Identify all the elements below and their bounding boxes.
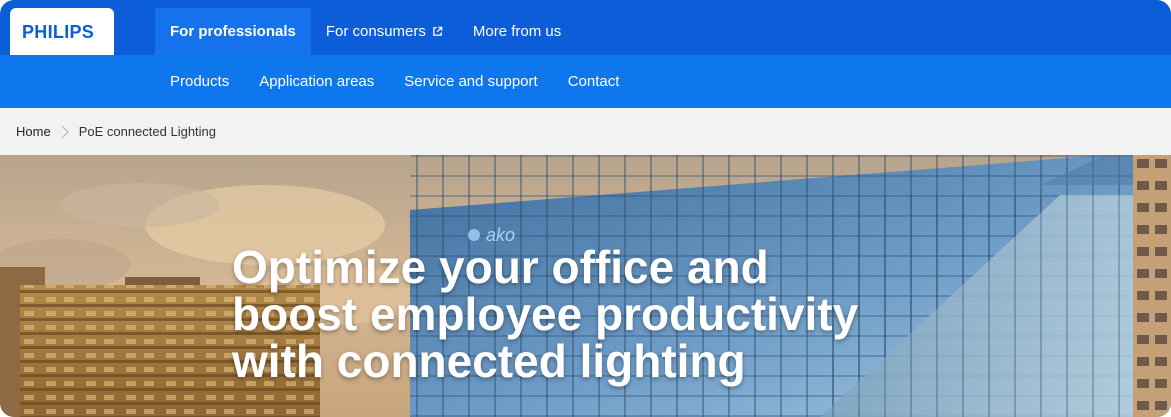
primary-menu-bar: Products Application areas Service and s… <box>0 55 1171 108</box>
tab-label: For consumers <box>325 23 426 40</box>
tab-more-from-us[interactable]: More from us <box>458 8 576 55</box>
audience-nav: For professionals For consumers More fro… <box>155 8 576 55</box>
hero-headline: Optimize your office and boost employee … <box>232 244 858 385</box>
top-navigation-bar: PHILIPS For professionals For consumers … <box>0 0 1171 56</box>
hero-headline-line-1: Optimize your office and <box>232 241 769 293</box>
breadcrumb: Home PoE connected Lighting <box>0 108 1171 155</box>
primary-menu: Products Application areas Service and s… <box>155 55 634 108</box>
hero-banner: ako Optimize your office and boost emplo… <box>0 155 1171 417</box>
logo-wordmark[interactable]: PHILIPS <box>22 22 94 43</box>
menu-item-contact[interactable]: Contact <box>553 55 635 108</box>
tab-label: More from us <box>472 23 562 40</box>
breadcrumb-home-link[interactable]: Home <box>16 124 51 139</box>
chevron-right-icon <box>51 125 79 139</box>
tab-for-consumers[interactable]: For consumers <box>311 8 458 55</box>
hero-headline-line-2: boost employee productivity <box>232 288 859 340</box>
menu-item-service-and-support[interactable]: Service and support <box>389 55 552 108</box>
menu-item-products[interactable]: Products <box>155 55 244 108</box>
breadcrumb-current-page: PoE connected Lighting <box>78 124 217 139</box>
page-frame: PHILIPS For professionals For consumers … <box>0 0 1171 417</box>
tab-for-professionals[interactable]: For professionals <box>155 8 311 55</box>
external-link-icon <box>433 26 443 36</box>
menu-item-application-areas[interactable]: Application areas <box>244 55 389 108</box>
tab-label: For professionals <box>170 23 296 40</box>
hero-headline-line-3: with connected lighting <box>232 335 746 387</box>
